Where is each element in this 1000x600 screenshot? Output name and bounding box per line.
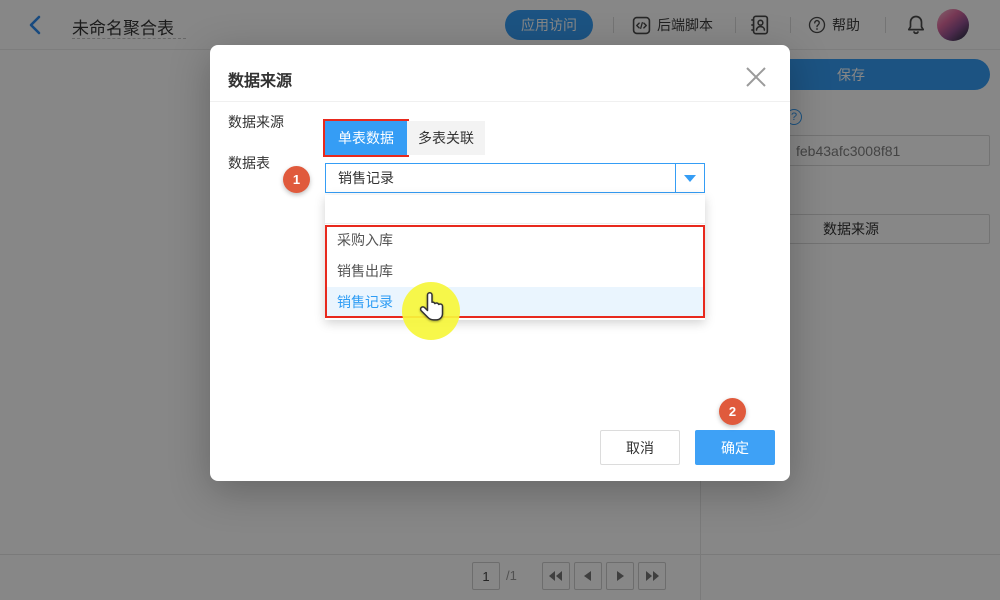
hand-pointer-cursor-icon xyxy=(417,290,447,323)
app-window: 未命名聚合表 应用访问 后端脚本 xyxy=(0,0,1000,600)
option-item[interactable]: 销售出库 xyxy=(325,256,705,287)
dialog-title: 数据来源 xyxy=(228,67,292,91)
select-caret-cell[interactable] xyxy=(675,164,704,192)
table-select[interactable]: 销售记录 xyxy=(325,163,705,193)
caret-down-icon xyxy=(684,175,696,182)
table-dropdown-panel: 采购入库 销售出库 销售记录 xyxy=(325,195,705,320)
data-source-dialog: 数据来源 数据来源 单表数据 多表关联 数据表 1 销售记录 采购入库 xyxy=(210,45,790,481)
step-2-badge: 2 xyxy=(719,398,746,425)
table-select-value: 销售记录 xyxy=(326,168,675,188)
dialog-header-divider xyxy=(210,101,790,102)
confirm-button[interactable]: 确定 xyxy=(695,430,775,465)
tab-single-table[interactable]: 单表数据 xyxy=(325,121,407,155)
dropdown-search-input[interactable] xyxy=(325,195,705,224)
source-type-label: 数据来源 xyxy=(228,112,284,132)
step-1-badge: 1 xyxy=(283,166,310,193)
dialog-close-button[interactable] xyxy=(743,64,769,90)
tab-multi-table[interactable]: 多表关联 xyxy=(407,121,485,155)
table-label: 数据表 xyxy=(228,153,270,173)
option-item[interactable]: 采购入库 xyxy=(325,225,705,256)
cancel-button[interactable]: 取消 xyxy=(600,430,680,465)
option-item-selected[interactable]: 销售记录 xyxy=(325,287,705,318)
close-icon xyxy=(743,64,769,90)
